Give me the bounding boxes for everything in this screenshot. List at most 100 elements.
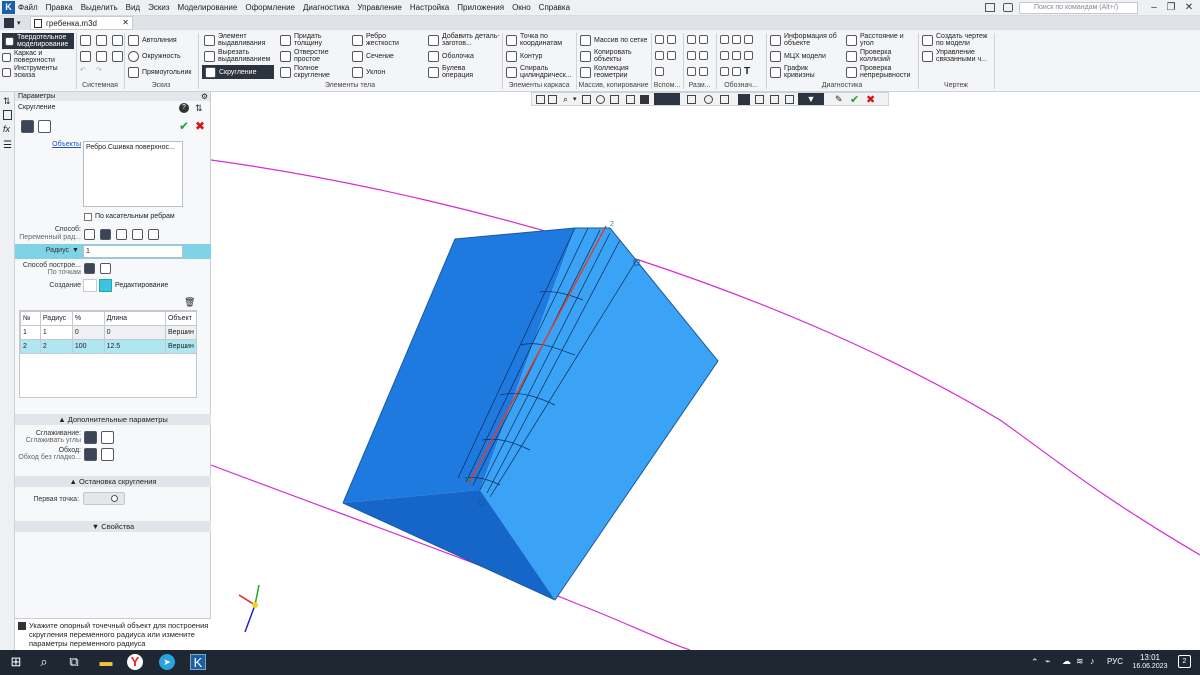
mode-frame-surfaces[interactable]: Каркас и поверхности — [2, 50, 74, 64]
task-view-icon[interactable]: ⧉ — [66, 654, 82, 670]
chord-icon[interactable] — [116, 229, 127, 240]
menu-design[interactable]: Оформление — [245, 3, 295, 12]
menu-manage[interactable]: Управление — [357, 3, 401, 12]
menu-settings[interactable]: Настройка — [410, 3, 449, 12]
print-button[interactable] — [80, 51, 91, 62]
no-smooth-icon[interactable] — [101, 431, 114, 444]
menu-file[interactable]: Файл — [18, 3, 38, 12]
display-mode-icon[interactable] — [687, 95, 696, 104]
edit-mode-button[interactable] — [99, 279, 112, 292]
dim-tool-1[interactable] — [687, 35, 708, 44]
extrude-button[interactable]: Элемент выдавливания — [204, 33, 274, 47]
bypass-smooth-icon[interactable] — [84, 448, 97, 461]
normal-view-icon[interactable] — [626, 95, 635, 104]
aux-tool-1[interactable] — [655, 35, 676, 44]
home-icon[interactable] — [4, 18, 14, 28]
collision-check-button[interactable]: Проверка коллизий — [846, 49, 918, 63]
screen-icon[interactable] — [985, 3, 995, 12]
tab-document[interactable]: гребенка.m3d ✕ — [30, 16, 133, 30]
distance-angle-button[interactable]: Расстояние и угол — [846, 33, 918, 47]
search-icon[interactable]: ⌕ — [36, 654, 52, 670]
zoom-fit-icon[interactable] — [536, 95, 545, 104]
language-indicator[interactable]: РУС — [1107, 657, 1123, 666]
simple-hole-button[interactable]: Отверстие простое — [280, 49, 346, 63]
menu-apps[interactable]: Приложения — [457, 3, 504, 12]
tangent-checkbox[interactable] — [84, 213, 92, 221]
add-blank-part-button[interactable]: Добавить деталь-заготов... — [428, 33, 500, 47]
wifi-icon[interactable]: ≋ — [1076, 656, 1084, 667]
cut-extrude-button[interactable]: Вырезать выдавливанием — [204, 49, 274, 63]
const-radius-icon[interactable] — [84, 229, 95, 240]
menu-edit[interactable]: Правка — [46, 3, 73, 12]
notifications-icon[interactable]: 2 — [1178, 655, 1191, 668]
layers-tab-icon[interactable]: ☰ — [3, 140, 12, 151]
menu-window[interactable]: Окно — [512, 3, 531, 12]
properties-view-icon[interactable] — [785, 95, 794, 104]
model-canvas[interactable]: 2 1 — [211, 92, 1200, 650]
bypass-other-icon[interactable] — [101, 448, 114, 461]
radius-dropdown-icon[interactable]: ▼ — [72, 247, 79, 254]
gear-icon[interactable]: ⚙ — [201, 92, 208, 101]
variables-tab-icon[interactable]: fx — [3, 124, 10, 134]
aux-tool-2[interactable] — [655, 51, 676, 60]
autoline-button[interactable]: Автолиния — [128, 35, 177, 46]
mark-tool-2[interactable] — [720, 51, 753, 60]
copy-button[interactable] — [96, 51, 107, 62]
network-icon[interactable]: ⌁ — [1045, 656, 1050, 667]
mark-tool-3[interactable]: T — [720, 67, 750, 77]
object-info-button[interactable]: Информация об объекте — [770, 33, 842, 47]
menu-sketch[interactable]: Эскиз — [148, 3, 169, 12]
search-zoom-icon[interactable]: ⌕ — [563, 94, 568, 105]
geometry-collection-button[interactable]: Коллекция геометрии — [580, 65, 646, 79]
create-drawing-button[interactable]: Создать чертеж по модели — [922, 33, 992, 47]
command-search-input[interactable]: Поиск по командам (Alt+/) — [1019, 2, 1138, 14]
boolean-button[interactable]: Булева операция — [428, 65, 498, 79]
minimize-button[interactable]: – — [1145, 2, 1163, 14]
mode-solid[interactable]: Твердотельное моделирование — [2, 33, 74, 49]
layers-view-icon[interactable] — [755, 95, 764, 104]
cube-view-icon[interactable] — [640, 95, 649, 104]
camera-icon[interactable] — [1003, 3, 1013, 12]
chevron-down-icon[interactable]: ▾ — [17, 19, 21, 27]
objects-field[interactable]: Ребро.Сшивка поверхнос... — [83, 141, 183, 207]
menu-select[interactable]: Выделить — [81, 3, 118, 12]
thicken-button[interactable]: Придать толщину — [280, 33, 346, 47]
close-tab-icon[interactable]: ✕ — [122, 18, 129, 27]
menu-view[interactable]: Вид — [126, 3, 140, 12]
stop-section[interactable]: ▲ Остановка скругления — [15, 476, 211, 487]
restore-button[interactable]: ❐ — [1162, 2, 1180, 14]
pick-icon[interactable]: ✎ — [835, 94, 843, 105]
first-point-toggle[interactable] — [83, 492, 125, 505]
shell-button[interactable]: Оболочка — [428, 51, 474, 62]
copy-objects-button[interactable]: Копировать объекты — [580, 49, 646, 63]
extra-params-section[interactable]: ▲ Дополнительные параметры — [15, 414, 211, 425]
zoom-window-icon[interactable] — [610, 95, 619, 104]
mode-sketch-tools[interactable]: Инструменты эскиза — [2, 65, 74, 79]
save-button[interactable] — [112, 35, 123, 46]
undo-button[interactable]: ↶ — [80, 67, 86, 74]
helix-button[interactable]: Спираль цилиндрическ... — [506, 65, 574, 79]
view-cancel-icon[interactable]: ✖ — [866, 93, 875, 106]
model-viewport[interactable]: 2 1 — [211, 92, 1200, 650]
yandex-browser-icon[interactable]: Y — [127, 654, 143, 670]
view-confirm-icon[interactable]: ✔ — [850, 93, 859, 106]
var-radius-icon[interactable] — [100, 229, 111, 240]
menu-diagnostics[interactable]: Диагностика — [303, 3, 349, 12]
telegram-icon[interactable]: ➤ — [159, 654, 175, 670]
blend-icon[interactable] — [148, 229, 159, 240]
help-icon[interactable]: ? — [179, 103, 189, 113]
file-explorer-icon[interactable]: ▬ — [98, 654, 114, 670]
open-file-button[interactable] — [96, 35, 107, 46]
chevron-down-icon[interactable]: ▾ — [573, 95, 577, 103]
windows-start-icon[interactable]: ⊞ — [8, 654, 24, 670]
paste-button[interactable] — [112, 51, 123, 62]
dim-tool-2[interactable] — [687, 51, 708, 60]
section-view-icon[interactable] — [704, 95, 713, 104]
menu-modeling[interactable]: Моделирование — [177, 3, 237, 12]
trash-icon[interactable]: 🗑 — [184, 297, 195, 308]
menu-help[interactable]: Справка — [539, 3, 570, 12]
clock-time[interactable]: 13:01 — [1135, 653, 1165, 662]
point-by-coords-button[interactable]: Точка по координатам — [506, 33, 572, 47]
close-window-button[interactable]: ✕ — [1180, 2, 1198, 14]
view-orient-icon[interactable] — [548, 95, 557, 104]
